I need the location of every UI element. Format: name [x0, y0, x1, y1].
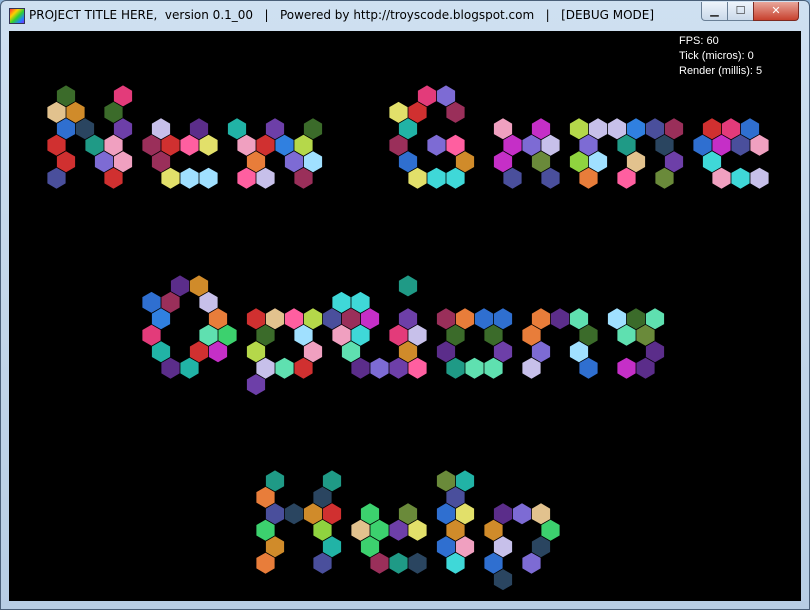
window-title: PROJECT TITLE HERE, version 0.1_00 | Pow…	[29, 8, 655, 22]
render-readout: Render (millis): 5	[679, 65, 763, 77]
title-bar[interactable]: PROJECT TITLE HERE, version 0.1_00 | Pow…	[1, 1, 809, 31]
menu-item-new-game[interactable]: New Game	[47, 71, 769, 209]
app-icon	[9, 8, 25, 24]
menu-item-help[interactable]: Help	[256, 456, 560, 594]
minimize-button[interactable]: ▁	[701, 2, 728, 21]
menu-item-options[interactable]: Options	[142, 261, 667, 399]
maximize-button[interactable]: ☐	[727, 2, 754, 21]
debug-overlay: FPS: 60 Tick (micros): 0 Render (millis)…	[679, 34, 762, 79]
close-button[interactable]: ✕	[753, 2, 799, 21]
fps-readout: FPS: 60	[679, 35, 719, 47]
game-viewport: New Game Options Help FPS: 60 Tick (micros…	[9, 31, 801, 601]
main-menu: New Game Options Help	[47, 71, 769, 594]
tick-readout: Tick (micros): 0	[679, 50, 754, 62]
app-window: PROJECT TITLE HERE, version 0.1_00 | Pow…	[0, 0, 810, 610]
